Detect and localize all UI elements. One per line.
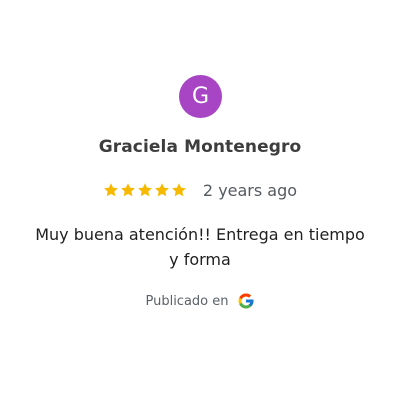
rating-row: 2 years ago xyxy=(0,178,400,202)
star-icon xyxy=(104,183,118,197)
review-card: G Graciela Montenegro 2 years ago Muy bu… xyxy=(0,0,400,400)
star-icon xyxy=(138,183,152,197)
review-text: Muy buena atención!! Entrega en tiempo y… xyxy=(35,225,365,269)
star-icon xyxy=(172,183,186,197)
review-date: 2 years ago xyxy=(202,180,298,200)
star-icon xyxy=(155,183,169,197)
published-label: Publicado en xyxy=(145,293,229,309)
avatar: G xyxy=(179,75,222,118)
review-source[interactable]: Publicado en xyxy=(0,290,400,312)
star-rating xyxy=(103,182,187,198)
google-icon[interactable] xyxy=(237,292,255,310)
reviewer-name: Graciela Montenegro xyxy=(98,137,302,157)
star-icon xyxy=(121,183,135,197)
